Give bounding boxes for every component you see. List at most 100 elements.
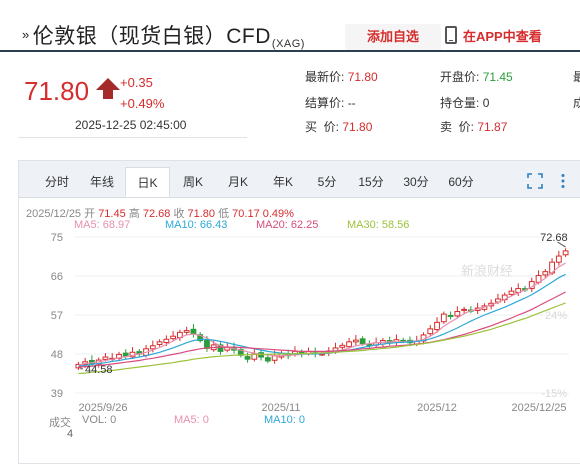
ma10-legend: MA10: 66.43 xyxy=(165,219,228,231)
latest-price-label: 最新价: xyxy=(305,70,345,84)
settle-price-value: -- xyxy=(347,96,356,110)
change-percent: +0.49% xyxy=(120,96,165,111)
candle-body xyxy=(454,311,461,317)
tab-5min[interactable]: 5分 xyxy=(306,167,348,197)
right-tick-label: -15% xyxy=(541,388,567,400)
quote-col3-row2: 成 xyxy=(573,96,580,110)
candle-body xyxy=(271,355,278,361)
min-price-label: 44.58 xyxy=(85,364,113,376)
candle-body xyxy=(204,339,210,349)
ask-price-row: 卖 价: 71.87 xyxy=(440,118,507,135)
more-menu-icon[interactable] xyxy=(555,173,571,189)
instrument-name: 伦敦银（现货白银）CFD xyxy=(32,25,271,48)
candle-body xyxy=(352,339,359,343)
tab-weekly-k[interactable]: 周K xyxy=(171,167,215,197)
candle-body xyxy=(163,338,170,344)
settle-price-row: 结算价: -- xyxy=(305,94,356,111)
candle-body xyxy=(542,271,549,276)
quote-datetime: 2025-12-25 02:45:00 xyxy=(75,118,187,132)
vol-value: VOL: 0 xyxy=(82,414,117,426)
ohlc-info-line: 2025/12/25 开 71.45 高 72.68 收 71.80 低 70.… xyxy=(26,205,294,221)
bid-price-value: 71.80 xyxy=(342,120,373,134)
ma30-line xyxy=(78,302,566,375)
period-tabs: 分时 年线 日K 周K 月K 年K 5分 15分 30分 60分 xyxy=(19,161,580,198)
bid-price-label: 买 价: xyxy=(305,120,340,134)
tab-30min[interactable]: 30分 xyxy=(394,167,438,197)
candle-body xyxy=(339,344,346,348)
y-tick-label: 66 xyxy=(51,271,63,283)
tab-year-line[interactable]: 年线 xyxy=(80,167,124,197)
change-value: +0.35 xyxy=(120,75,153,90)
open-price-row: 开盘价: 71.45 xyxy=(440,68,513,85)
candle-body xyxy=(170,335,177,340)
right-tick-label: 24% xyxy=(545,310,567,322)
position-label: 持仓量: xyxy=(440,96,480,110)
tab-monthly-k[interactable]: 月K xyxy=(216,167,260,197)
candle-body xyxy=(447,314,454,317)
ma5-legend: MA5: 68.97 xyxy=(74,219,131,231)
x-tick-label: 2025/9/26 xyxy=(79,402,128,414)
open-price-label: 开盘价: xyxy=(440,70,480,84)
x-tick-label: 2025/12 xyxy=(417,402,457,414)
candle-body xyxy=(562,250,569,256)
expand-chevron-icon[interactable]: » xyxy=(22,27,30,42)
candle-body xyxy=(434,321,440,331)
candle-body xyxy=(508,290,515,295)
position-value: 0 xyxy=(482,96,490,110)
y-tick-label: 57 xyxy=(51,310,63,322)
ohlc-date: 2025/12/25 xyxy=(26,208,82,220)
candle-body xyxy=(461,308,468,311)
ma20-legend: MA20: 62.25 xyxy=(256,219,319,231)
candle-body xyxy=(244,356,251,360)
kline-chart-panel: 分时 年线 日K 周K 月K 年K 5分 15分 30分 60分 2025/12… xyxy=(18,160,580,464)
y-tick-label: 39 xyxy=(51,388,63,400)
x-tick-label: 2025/12/25 xyxy=(511,402,566,414)
ask-price-value: 71.87 xyxy=(477,120,508,134)
bid-price-row: 买 价: 71.80 xyxy=(305,118,372,135)
x-tick-label: 2025/11 xyxy=(262,402,301,414)
up-arrow-icon xyxy=(96,78,120,99)
vol-ma5: MA5: 0 xyxy=(174,414,209,426)
candle-body xyxy=(440,313,447,323)
candle-body xyxy=(149,345,156,350)
y-tick-label: 48 xyxy=(51,349,63,361)
candle-body xyxy=(427,328,434,335)
fullscreen-icon[interactable] xyxy=(527,173,543,189)
view-in-app-button[interactable]: 在APP中查看 xyxy=(441,24,542,50)
phone-icon xyxy=(445,26,457,44)
latest-price-value: 71.80 xyxy=(347,70,378,84)
tab-yearly-k[interactable]: 年K xyxy=(261,167,305,197)
ask-price-label: 卖 价: xyxy=(440,120,475,134)
tab-daily-k[interactable]: 日K xyxy=(125,167,170,197)
candle-body xyxy=(190,328,197,335)
settle-price-label: 结算价: xyxy=(305,96,345,110)
ma30-legend: MA30: 58.56 xyxy=(347,219,410,231)
watermark-text: 新浪财经 xyxy=(461,264,513,279)
quote-col3-row1: 最 xyxy=(573,70,580,84)
y-tick-label: 75 xyxy=(51,232,63,244)
latest-price-row: 最新价: 71.80 xyxy=(305,68,378,85)
instrument-code: (XAG) xyxy=(271,38,305,50)
view-in-app-label: 在APP中查看 xyxy=(463,29,542,44)
price-panel: 71.80 +0.35 +0.49% 2025-12-25 02:45:00 xyxy=(18,62,247,138)
open-price-value: 71.45 xyxy=(482,70,513,84)
tab-60min[interactable]: 60分 xyxy=(439,167,483,197)
vol-axis-value: 4 xyxy=(67,428,74,440)
tab-intraday[interactable]: 分时 xyxy=(35,167,79,197)
kline-plot[interactable]: 75 66 57 48 39 24% -15% 新浪财经 72.68 44.58 2025/9/26… xyxy=(19,231,580,415)
current-price: 71.80 xyxy=(24,76,90,106)
candle-body xyxy=(102,356,109,360)
add-watchlist-button[interactable]: 添加自选 xyxy=(345,24,441,50)
candle-body xyxy=(555,255,562,263)
ohlc-high-label: 高 xyxy=(128,208,140,220)
price-change: +0.35 +0.49% xyxy=(120,72,164,114)
candle-body xyxy=(346,341,352,348)
tab-15min[interactable]: 15分 xyxy=(349,167,393,197)
candle-body xyxy=(264,357,271,362)
candle-body xyxy=(359,338,366,345)
header-bar: » 伦敦银（现货白银）CFD(XAG) 添加自选 在APP中查看 xyxy=(0,0,580,52)
max-price-label: 72.68 xyxy=(540,232,568,244)
vol-ma10: MA10: 0 xyxy=(264,414,305,426)
position-row: 持仓量: 0 xyxy=(440,94,489,111)
page-title: » 伦敦银（现货白银）CFD(XAG) xyxy=(22,20,305,50)
